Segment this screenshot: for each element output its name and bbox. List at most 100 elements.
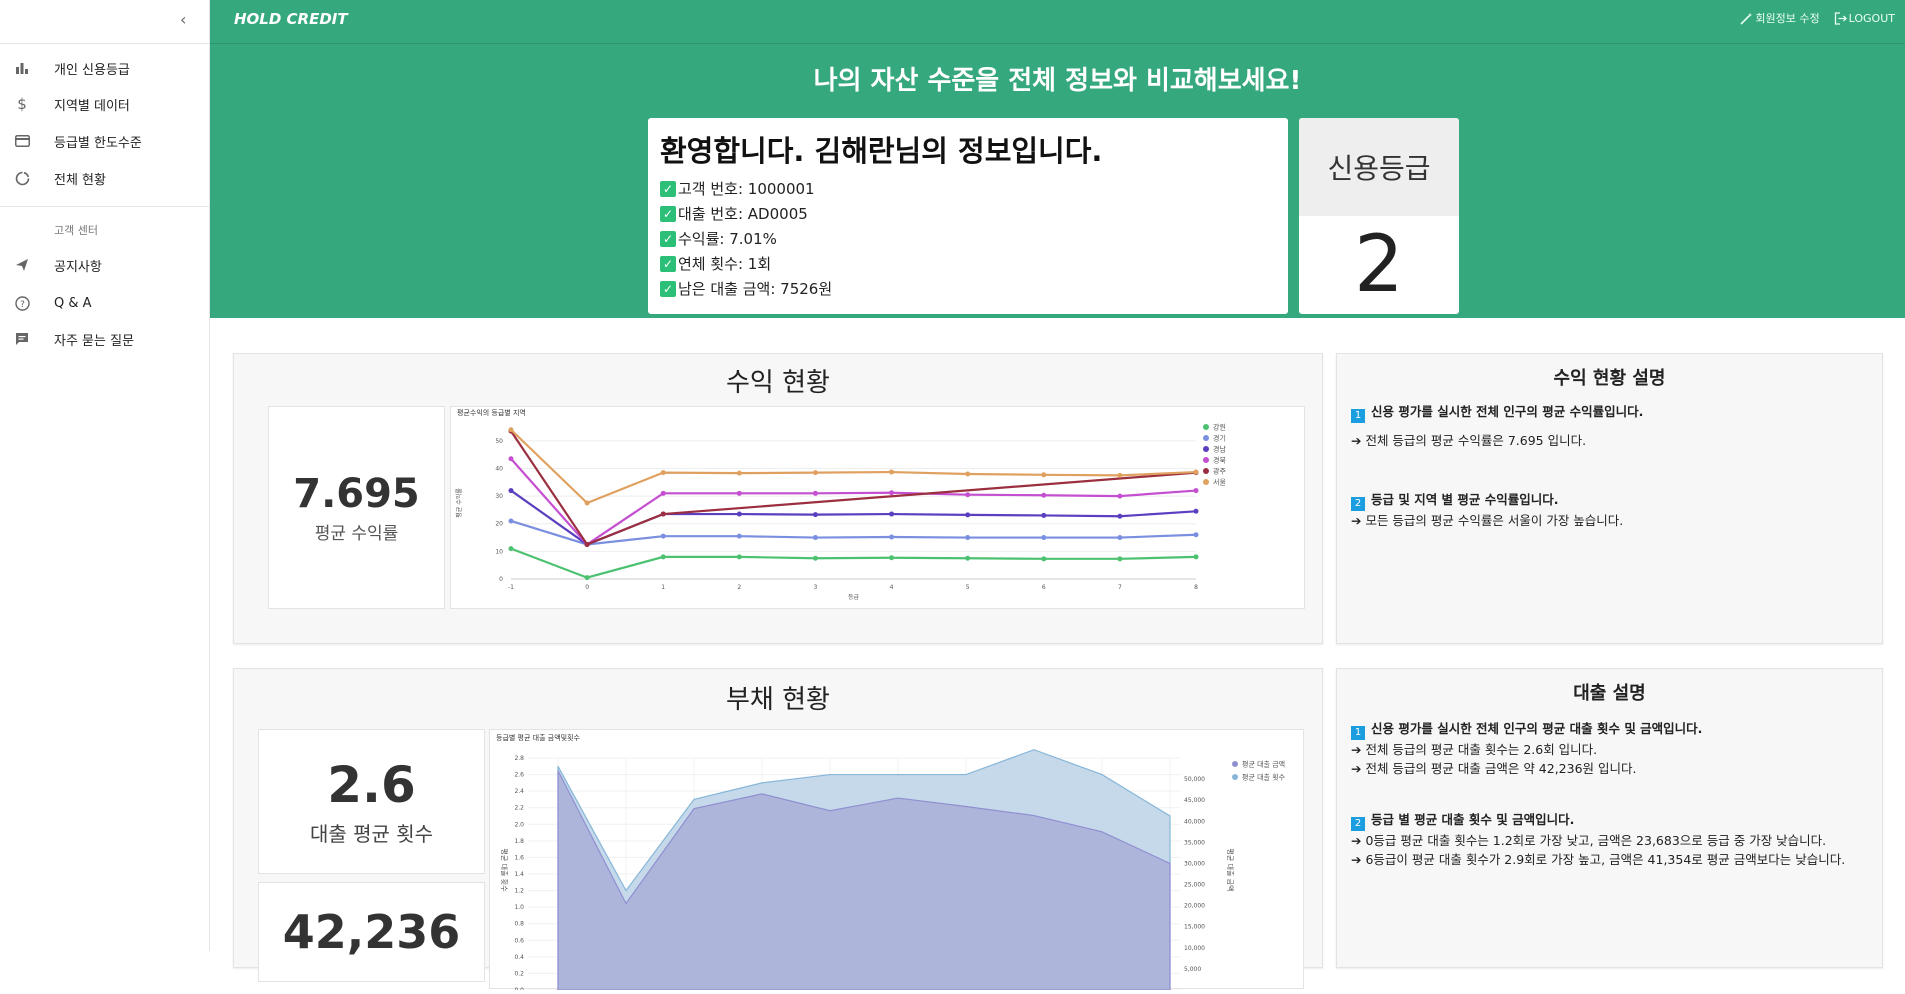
- info-row-overdue-count: ✓ 연체 횟수: 1회: [660, 251, 1276, 276]
- brand-logo[interactable]: HOLD CREDIT: [234, 10, 348, 28]
- y2-tick-label: 40,000: [1184, 818, 1205, 825]
- chart-title: 평균수익의 등급별 지역: [457, 408, 526, 417]
- data-point: [889, 555, 895, 561]
- y2-tick-label: 5,000: [1184, 966, 1201, 973]
- data-point: [812, 555, 818, 561]
- y2-tick-label: 30,000: [1184, 860, 1205, 867]
- y-tick-label: 2.8: [514, 755, 524, 762]
- sidebar-item-region-data[interactable]: $ 지역별 데이터: [0, 86, 210, 122]
- data-point: [965, 492, 971, 498]
- bar-chart-icon: [13, 59, 31, 77]
- desc-line: ➔ 모든 등급의 평균 수익률은 서울이 가장 높습니다.: [1351, 513, 1624, 528]
- sidebar-item-label: 자주 묻는 질문: [54, 333, 135, 349]
- data-point: [1041, 472, 1047, 478]
- sidebar-item-overview[interactable]: 전체 현황: [0, 160, 210, 196]
- desc-heading: 신용 평가를 실시한 전체 인구의 평균 대출 횟수 및 금액입니다.: [1371, 721, 1703, 736]
- legend-marker: [1232, 761, 1238, 767]
- x-tick-label: 0: [585, 584, 589, 591]
- y-tick-label: 1.0: [514, 904, 524, 911]
- svg-text:?: ?: [20, 300, 25, 310]
- legend-marker: [1203, 479, 1209, 485]
- data-point: [965, 535, 971, 541]
- data-point: [508, 488, 514, 494]
- legend-marker: [1203, 446, 1209, 452]
- data-point: [965, 471, 971, 477]
- data-point: [812, 490, 818, 496]
- wand-icon: [1740, 12, 1753, 25]
- y-axis-label: 평균 대출 횟수: [500, 848, 509, 892]
- avg-loan-count-value: 2.6: [327, 756, 416, 814]
- sidebar-item-label: 지역별 데이터: [54, 98, 130, 114]
- welcome-heading: 환영합니다. 김해란님의 정보입니다.: [660, 134, 1103, 168]
- data-point: [736, 554, 742, 560]
- desc-line: ➔ 0등급 평균 대출 횟수는 1.2회로 가장 낮고, 금액은 23,683으…: [1351, 833, 1827, 848]
- data-point: [1193, 508, 1199, 514]
- data-point: [508, 427, 514, 433]
- donut-icon: [13, 169, 31, 187]
- chart-title: 등급별 평균 대출 금액및횟수: [496, 733, 581, 742]
- y-tick-label: 2.4: [514, 788, 524, 795]
- sidebar-divider: [0, 43, 210, 44]
- desc-item: 2 등급 별 평균 대출 횟수 및 금액입니다.: [1351, 810, 1868, 831]
- y-tick-label: 0.0: [514, 987, 524, 990]
- sidebar-item-grade-limit[interactable]: 등급별 한도수준: [0, 123, 210, 159]
- checkbox-icon: ✓: [660, 280, 676, 297]
- data-point: [584, 541, 590, 547]
- income-line-chart: 평균수익의 등급별 지역 0 10 20 30 40 50 -1 0 1 2 3 4 5 6 7 8 등급 평균 수…: [450, 406, 1305, 609]
- data-point: [889, 490, 895, 496]
- hero-banner: 나의 자산 수준을 전체 정보와 비교해보세요! 환영합니다. 김해란님의 정보…: [210, 44, 1905, 318]
- data-point: [889, 511, 895, 517]
- chat-icon: [13, 330, 31, 348]
- loan-desc-panel: 대출 설명 1 신용 평가를 실시한 전체 인구의 평균 대출 횟수 및 금액입니…: [1336, 668, 1883, 968]
- area-chart-svg: 등급별 평균 대출 금액및횟수 0.0 0.2 0.4 0.6 0.8 1.0 1.2 1.4 1…: [496, 733, 1286, 994]
- checkbox-icon: ✓: [660, 230, 676, 247]
- x-axis-label: 등급: [848, 594, 860, 601]
- sidebar-item-faq[interactable]: 자주 묻는 질문: [0, 321, 210, 357]
- debt-area-chart: 등급별 평균 대출 금액및횟수 0.0 0.2 0.4 0.6 0.8 1.0 1.2 1.4 1…: [489, 729, 1304, 994]
- sidebar-item-label: 공지사항: [54, 259, 102, 275]
- data-point: [1117, 513, 1123, 519]
- hero-title: 나의 자산 수준을 전체 정보와 비교해보세요!: [813, 66, 1302, 96]
- data-point: [965, 512, 971, 518]
- info-text: 대출 번호: AD0005: [678, 205, 808, 223]
- y-tick-label: 0.4: [514, 954, 524, 961]
- credit-grade-card: 신용등급 2: [1299, 118, 1459, 314]
- sidebar-item-qna[interactable]: ? Q & A: [0, 285, 210, 321]
- info-row-return-rate: ✓ 수익률: 7.01%: [660, 226, 1276, 251]
- info-row-customer-id: ✓ 고객 번호: 1000001: [660, 176, 1276, 201]
- income-panel: 수익 현황 7.695 평균 수익률 평균수익의 등급별 지역 0 10 20 30 40…: [233, 353, 1323, 644]
- sidebar-section-label: 고객 센터: [54, 224, 98, 237]
- data-point: [1041, 492, 1047, 498]
- data-point: [508, 518, 514, 524]
- sidebar-item-label: Q & A: [54, 295, 92, 311]
- desc-heading: 등급 및 지역 별 평균 수익률입니다.: [1371, 492, 1559, 507]
- y-tick-label: 1.6: [514, 854, 524, 861]
- y-tick-label: 2.2: [514, 805, 524, 812]
- logout-label: LOGOUT: [1848, 11, 1895, 25]
- desc-item: 1 신용 평가를 실시한 전체 인구의 평균 대출 횟수 및 금액입니다.: [1351, 719, 1868, 740]
- data-point: [889, 469, 895, 475]
- collapse-chevron-icon[interactable]: ‹: [180, 10, 186, 29]
- avg-return-label: 평균 수익률: [314, 524, 399, 544]
- edit-profile-link[interactable]: 회원정보 수정: [1740, 10, 1820, 26]
- desc-heading: 등급 별 평균 대출 횟수 및 금액입니다.: [1371, 812, 1575, 827]
- legend-label: 광주: [1213, 468, 1226, 476]
- sidebar-item-notices[interactable]: 공지사항: [0, 247, 210, 283]
- data-point: [736, 470, 742, 476]
- checkbox-icon: ✓: [660, 180, 676, 197]
- avg-return-stat: 7.695 평균 수익률: [268, 406, 445, 609]
- legend-label: 경북: [1213, 456, 1226, 465]
- sidebar: ‹ 개인 신용등급 $ 지역별 데이터 등급별 한도수준 전체 현황 고객 센터…: [0, 0, 210, 951]
- data-point: [965, 555, 971, 561]
- y-tick-label: 0.2: [514, 970, 524, 977]
- y2-tick-label: 50,000: [1184, 776, 1205, 783]
- x-tick-label: 4: [890, 584, 894, 591]
- info-row-loan-id: ✓ 대출 번호: AD0005: [660, 201, 1276, 226]
- data-point: [736, 511, 742, 517]
- number-badge: 2: [1351, 817, 1365, 831]
- data-point: [660, 533, 666, 539]
- logout-link[interactable]: LOGOUT: [1834, 10, 1895, 26]
- user-info-card: 환영합니다. 김해란님의 정보입니다. ✓ 고객 번호: 1000001 ✓ 대출 …: [648, 118, 1288, 314]
- sidebar-item-credit-grade[interactable]: 개인 신용등급: [0, 50, 210, 86]
- edit-profile-label: 회원정보 수정: [1755, 12, 1820, 25]
